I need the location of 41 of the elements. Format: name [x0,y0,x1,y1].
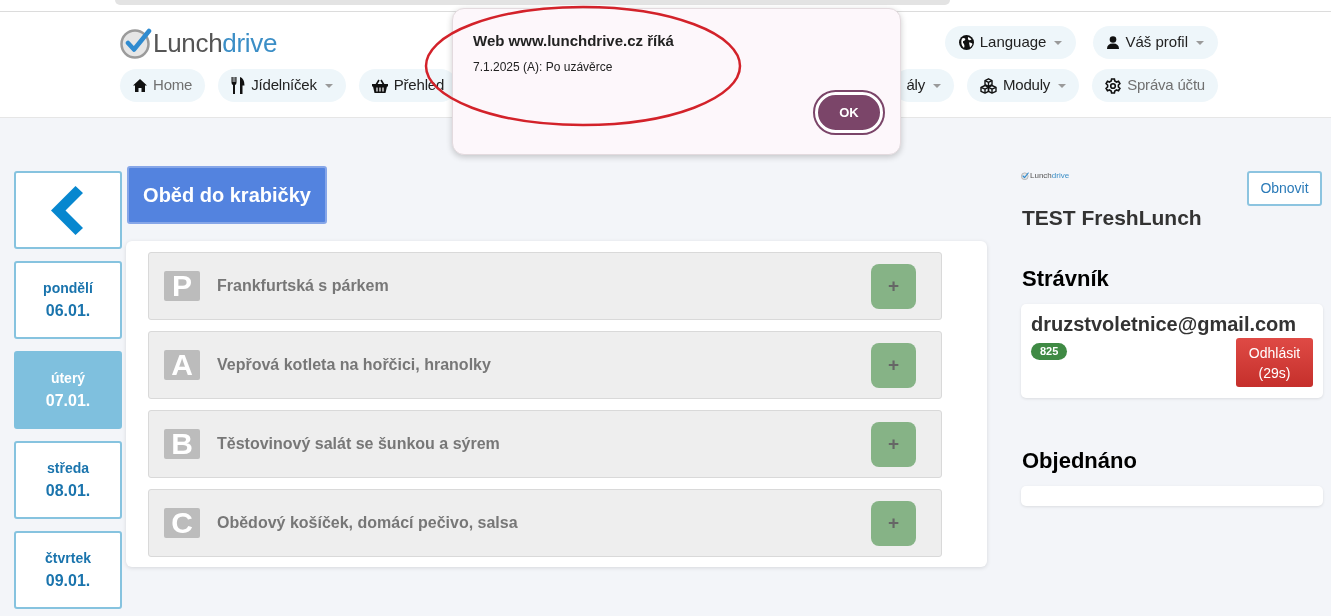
category-button[interactable]: Oběd do krabičky [127,166,327,224]
back-button[interactable] [14,171,122,249]
fork-and-knife-icon [231,77,246,94]
dish-name: Vepřová kotleta na hořčici, hranolky [217,355,491,375]
user-icon [1107,36,1120,49]
checkmark-logo-icon [1021,172,1029,180]
menu-pill-button[interactable]: Language [944,26,1077,59]
nav-tab[interactable]: Správa účtu [1092,69,1218,102]
menu-letter-badge: B [164,429,200,459]
dialog-message: 7.1.2025 (A): Po uzávěrce [473,60,614,75]
logo-wordmark: Lunchdrive [1030,172,1070,180]
chevron-left-icon [51,185,85,235]
nav-tab[interactable]: Home [120,69,206,102]
day-tab[interactable]: pondělí 06.01. [14,261,122,339]
home-icon [133,79,147,92]
ok-button[interactable]: OK [815,92,883,133]
menu-letter-badge: A [164,350,200,380]
globe-icon [958,35,974,50]
orders-heading: Objednáno [1022,448,1138,474]
menu-letter-badge: P [164,271,200,301]
dish-name: Obědový košíček, domácí pečivo, salsa [217,513,518,533]
day-tab[interactable]: středa 08.01. [14,441,122,519]
diner-email: druzstvoletnice@gmail.com [1031,313,1298,336]
dish-name: Těstovinový salát se šunkou a sýrem [217,434,500,454]
day-tab[interactable]: čtvrtek 09.01. [14,531,122,609]
refresh-button[interactable]: Obnovit [1247,171,1322,206]
menu-letter-badge: C [164,508,200,538]
cubes-icon [980,77,997,94]
nav-tab[interactable]: Jídelníček [218,69,346,102]
menu-pill-button[interactable]: Váš profil [1093,26,1218,59]
settings-icon [1105,77,1122,94]
basket-icon [371,78,388,93]
dish-name: Frankfurtská s párkem [217,276,389,296]
credit-badge: 825 [1031,343,1068,360]
diner-heading: Strávník [1022,266,1110,292]
logo-wordmark: Lunchdrive [153,29,278,56]
dialog-title: Web www.lunchdrive.cz říká [473,31,675,51]
nav-tab[interactable]: Moduly [967,69,1080,102]
checkmark-logo-icon [120,26,152,59]
logout-button[interactable]: Odhlásit (29s) [1236,338,1313,387]
canteen-name: TEST FreshLunch [1022,206,1203,230]
